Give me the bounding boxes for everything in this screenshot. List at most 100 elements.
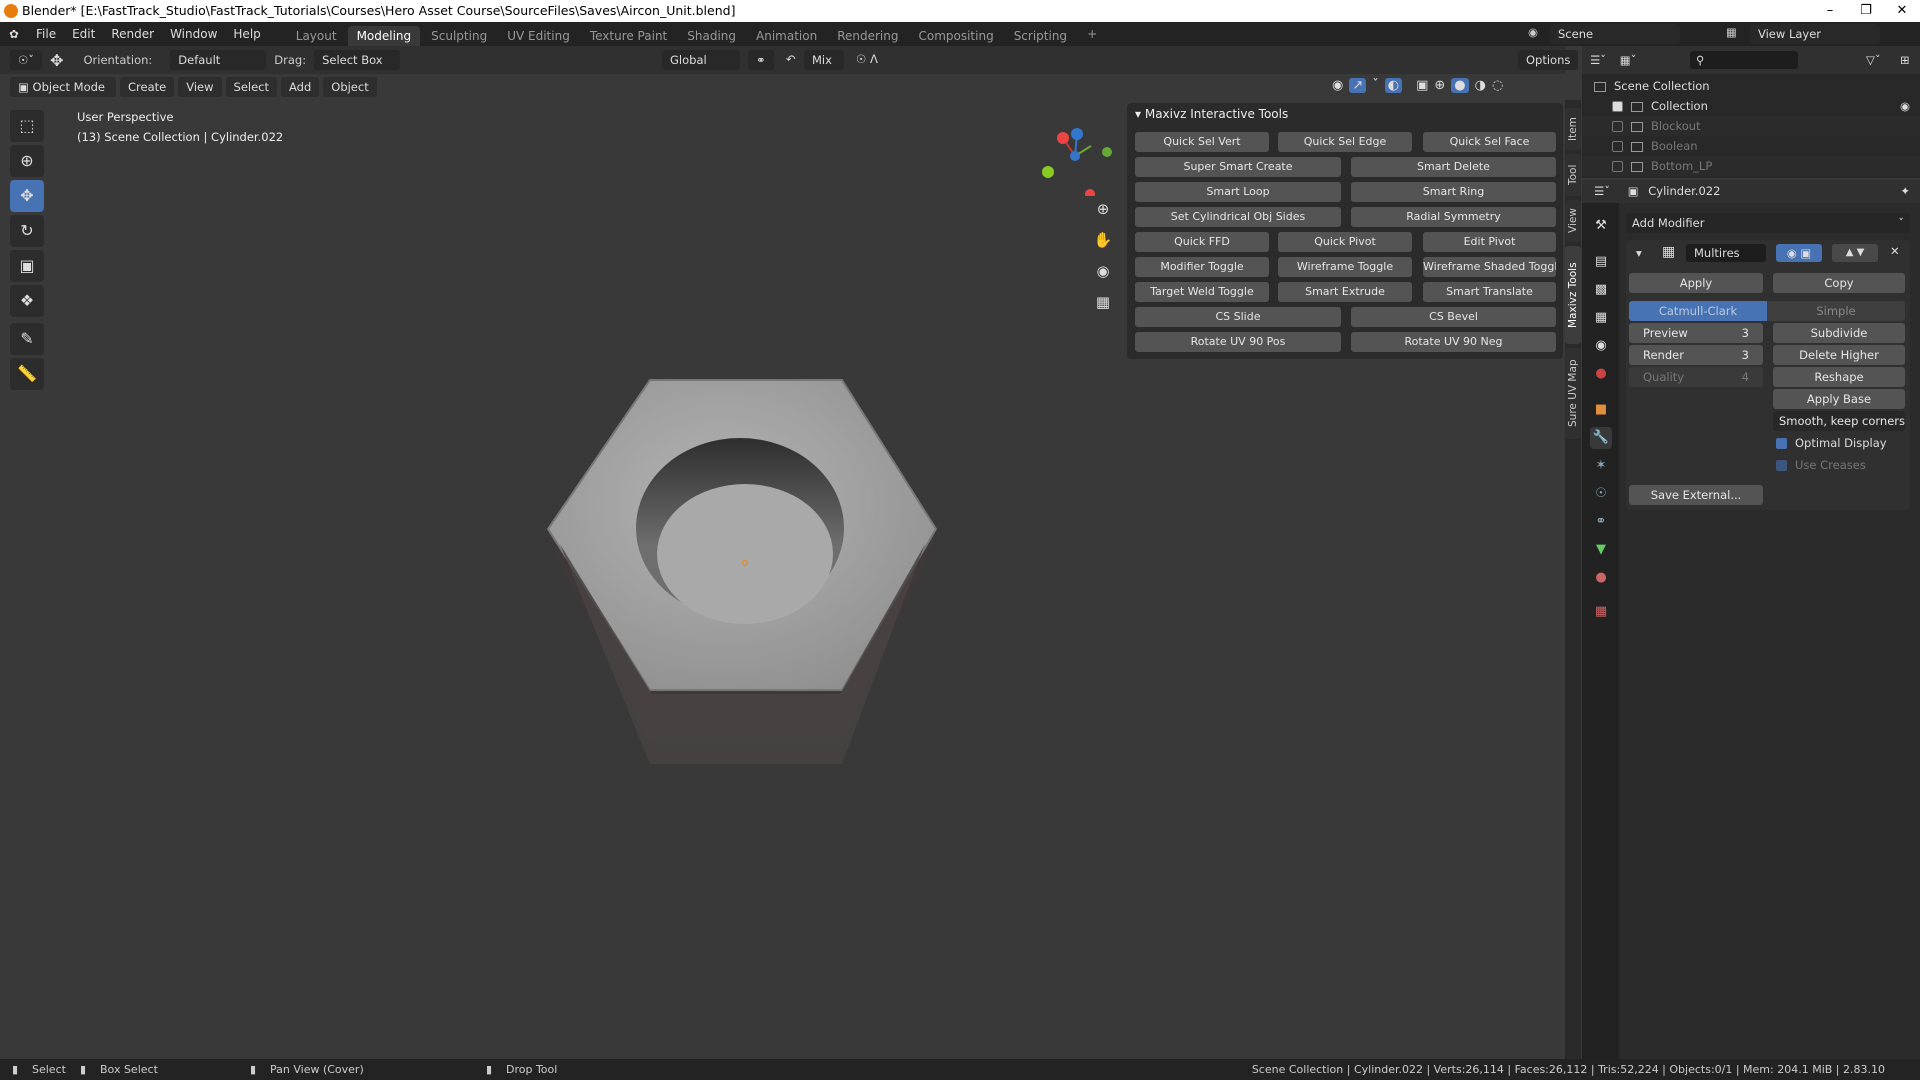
filter-icon[interactable]: ▽ˇ [1866, 46, 1881, 74]
close-button[interactable]: ✕ [1884, 0, 1920, 22]
apply-base-button[interactable]: Apply Base [1773, 389, 1905, 409]
workspace-tab-uv-editing[interactable]: UV Editing [498, 26, 579, 46]
outliner-search-input[interactable]: ⚲ [1690, 51, 1798, 69]
menu-create[interactable]: Create [120, 77, 175, 97]
navigation-gizmo[interactable] [1035, 116, 1115, 196]
add-modifier-dropdown[interactable]: Add Modifier ˇ [1626, 213, 1910, 233]
menu-select[interactable]: Select [225, 77, 277, 97]
blender-menu-icon[interactable]: ✿ [0, 27, 28, 41]
quality-field[interactable]: Quality 4 [1629, 367, 1763, 387]
sidebar-tab-sure-uv-map[interactable]: Sure UV Map [1565, 348, 1581, 439]
radial-symmetry-button[interactable]: Radial Symmetry [1351, 207, 1556, 227]
wireframe-shading-icon[interactable]: ⊕ [1434, 78, 1445, 93]
transform-tool-icon[interactable]: ❖ [10, 285, 44, 317]
texture-tab-icon[interactable]: ▦ [1590, 601, 1612, 623]
sidebar-tab-tool[interactable]: Tool [1565, 154, 1581, 196]
checkbox-icon[interactable] [1612, 121, 1623, 132]
quick-sel-vert-button[interactable]: Quick Sel Vert [1135, 132, 1269, 152]
options-dropdown[interactable]: Options [1518, 50, 1579, 70]
super-smart-create-button[interactable]: Super Smart Create [1135, 157, 1341, 177]
zoom-icon[interactable]: ⊕ [1090, 194, 1116, 225]
visibility-icon[interactable]: ◉ [1332, 78, 1343, 93]
workspace-tab-modeling[interactable]: Modeling [347, 26, 421, 46]
data-tab-icon[interactable]: ▼ [1590, 539, 1612, 561]
copy-button[interactable]: Copy [1773, 273, 1905, 293]
outliner-scene-collection[interactable]: Scene Collection [1582, 76, 1920, 96]
arrow-down-icon[interactable]: ▼ [1857, 247, 1865, 258]
view-layer-tab-icon[interactable]: ▦ [1590, 307, 1612, 329]
material-tab-icon[interactable]: ● [1590, 567, 1612, 589]
quick-ffd-button[interactable]: Quick FFD [1135, 232, 1269, 252]
eye-visibility-icon[interactable]: ◉ [1900, 96, 1910, 116]
render-levels-field[interactable]: Render 3 [1629, 345, 1763, 365]
rendered-shading-icon[interactable]: ◌ [1492, 78, 1503, 93]
overlay-toggle-icon[interactable]: ◐ [1384, 78, 1403, 93]
target-weld-toggle-button[interactable]: Target Weld Toggle [1135, 282, 1269, 302]
wireframe-toggle-button[interactable]: Wireframe Toggle [1278, 257, 1412, 277]
move-up-down-buttons[interactable]: ▲ ▼ [1832, 244, 1878, 262]
workspace-tab-scripting[interactable]: Scripting [1005, 26, 1076, 46]
solid-shading-icon[interactable]: ● [1451, 78, 1469, 93]
editor-type-icon[interactable]: ☰ˇ [1594, 184, 1610, 198]
smart-ring-button[interactable]: Smart Ring [1351, 182, 1556, 202]
render-camera-toggle[interactable]: ◉ ▣ [1776, 244, 1822, 262]
move-tool-icon[interactable]: ✥ [10, 180, 44, 212]
scene-tab-icon[interactable]: ◉ [1590, 335, 1612, 357]
ortho-grid-icon[interactable]: ▦ [1090, 287, 1116, 318]
orientation-dropdown[interactable]: Default [170, 50, 267, 70]
arrow-up-icon[interactable]: ▲ [1846, 247, 1854, 258]
workspace-tab-sculpting[interactable]: Sculpting [422, 26, 496, 46]
scene-selector[interactable]: Scene [1550, 24, 1680, 44]
cursor-tool-icon[interactable]: ⊕ [10, 145, 44, 177]
preview-levels-field[interactable]: Preview 3 [1629, 323, 1763, 343]
modifier-tab-icon[interactable]: 🔧 [1590, 427, 1612, 449]
modifier-name-input[interactable]: Multires [1686, 244, 1766, 262]
smart-extrude-button[interactable]: Smart Extrude [1278, 282, 1412, 302]
workspace-tab-layout[interactable]: Layout [287, 26, 346, 46]
display-mode-icon[interactable]: ☰ˇ [1590, 53, 1606, 67]
workspace-tab-compositing[interactable]: Compositing [909, 26, 1002, 46]
particles-tab-icon[interactable]: ✶ [1590, 455, 1612, 477]
snap-icon[interactable]: ↶ [786, 52, 796, 66]
pin-icon[interactable]: ✦ [1900, 180, 1910, 203]
material-shading-icon[interactable]: ◑ [1475, 78, 1486, 93]
workspace-tab-rendering[interactable]: Rendering [828, 26, 907, 46]
menu-view[interactable]: View [178, 77, 222, 97]
menu-window[interactable]: Window [162, 27, 225, 41]
checkbox-checked-icon[interactable] [1612, 101, 1623, 112]
drag-dropdown[interactable]: Select Box [314, 50, 401, 70]
checkbox-icon[interactable] [1612, 141, 1623, 152]
scale-tool-icon[interactable]: ▣ [10, 250, 44, 282]
use-creases-checkbox[interactable]: Use Creases [1776, 457, 1866, 473]
pivot-point-icon[interactable]: ⚭ [748, 50, 774, 70]
cs-slide-button[interactable]: CS Slide [1135, 307, 1341, 327]
rotate-uv-90-pos-button[interactable]: Rotate UV 90 Pos [1135, 332, 1341, 352]
remove-modifier-icon[interactable]: ✕ [1890, 244, 1900, 258]
annotate-tool-icon[interactable]: ✎ [10, 323, 44, 355]
menu-add[interactable]: Add [281, 77, 320, 97]
modifier-toggle-button[interactable]: Modifier Toggle [1135, 257, 1269, 277]
smart-translate-button[interactable]: Smart Translate [1423, 282, 1556, 302]
add-workspace-button[interactable]: + [1078, 24, 1106, 44]
sidebar-tab-item[interactable]: Item [1565, 108, 1581, 150]
menu-file[interactable]: File [28, 27, 64, 41]
quick-sel-edge-button[interactable]: Quick Sel Edge [1278, 132, 1412, 152]
transform-orientation-dropdown[interactable]: Global [662, 50, 740, 70]
gizmo-dropdown-icon[interactable]: ˇ [1372, 78, 1379, 93]
menu-help[interactable]: Help [225, 27, 268, 41]
output-tab-icon[interactable]: ▩ [1590, 279, 1612, 301]
checkbox-icon[interactable] [1612, 161, 1623, 172]
reshape-button[interactable]: Reshape [1773, 367, 1905, 387]
workspace-tab-texture-paint[interactable]: Texture Paint [581, 26, 676, 46]
object-tab-icon[interactable]: ■ [1590, 399, 1612, 421]
edit-pivot-button[interactable]: Edit Pivot [1423, 232, 1556, 252]
outliner-item[interactable]: Collection ◉ [1582, 96, 1920, 116]
new-collection-icon[interactable]: ⊞ [1900, 46, 1910, 74]
outliner-item[interactable]: Bottom_LP [1582, 156, 1920, 176]
menu-object[interactable]: Object [323, 77, 377, 97]
sidebar-tab-maxivz-tools[interactable]: Maxivz Tools [1565, 246, 1581, 344]
uv-smooth-dropdown[interactable]: Smooth, keep corners [1773, 411, 1905, 431]
world-tab-icon[interactable]: ● [1590, 363, 1612, 385]
workspace-tab-animation[interactable]: Animation [747, 26, 826, 46]
rotate-uv-90-neg-button[interactable]: Rotate UV 90 Neg [1351, 332, 1556, 352]
